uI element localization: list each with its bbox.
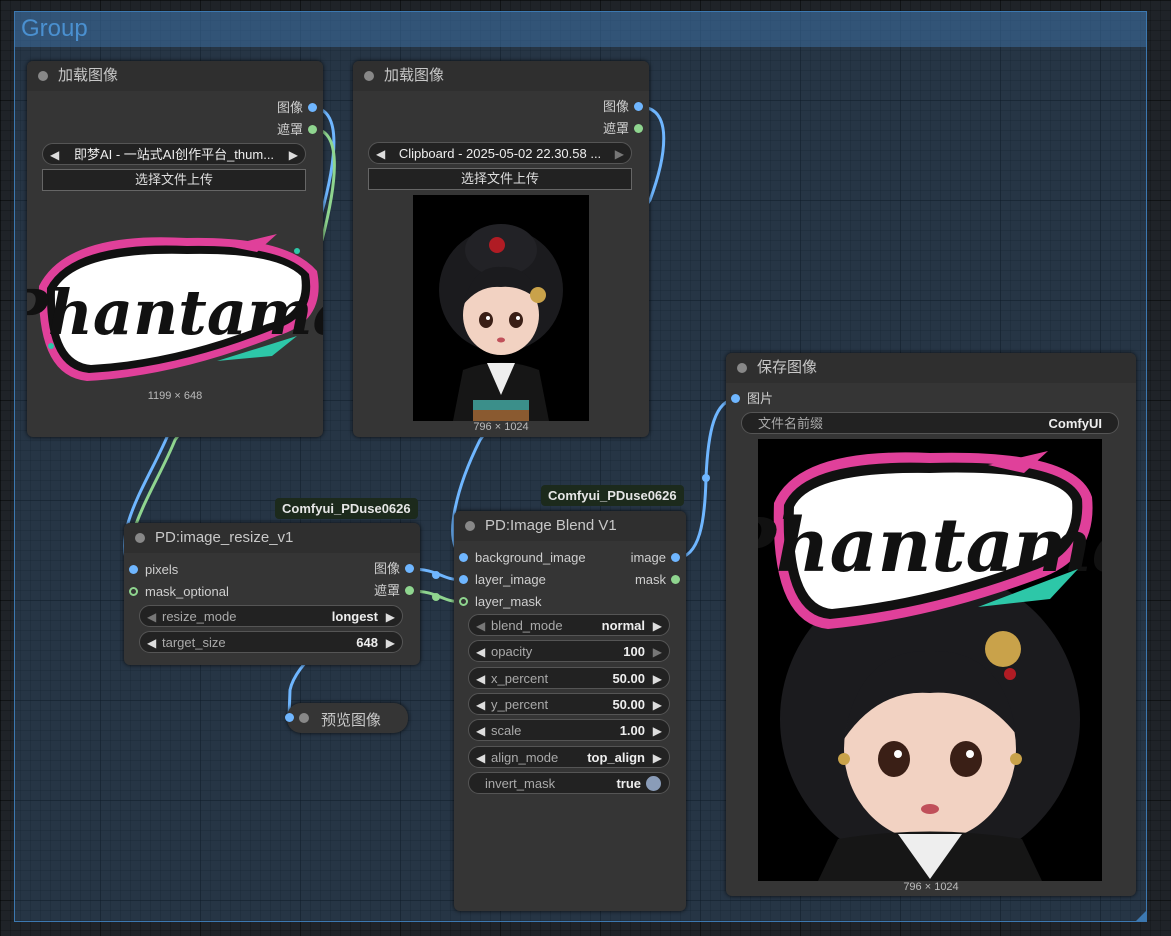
- y-percent-number[interactable]: ◀ y_percent 50.00 ▶: [468, 693, 670, 715]
- input-mask-optional[interactable]: mask_optional: [129, 583, 229, 601]
- blend-node-badge: Comfyui_PDuse0626: [541, 485, 684, 506]
- input-layer-mask[interactable]: layer_mask: [459, 593, 541, 611]
- phantama-logo-text: Phantama: [27, 276, 323, 349]
- opacity-number[interactable]: ◀ opacity 100 ▶: [468, 640, 670, 662]
- group-resize-handle[interactable]: [1136, 911, 1146, 921]
- group-header[interactable]: Group: [15, 12, 1146, 47]
- input-pixels-dot-icon[interactable]: [129, 565, 138, 574]
- preview-image-node[interactable]: 预览图像: [285, 703, 408, 733]
- input-images-dot-icon[interactable]: [731, 394, 740, 403]
- image-file-combo[interactable]: ◀ Clipboard - 2025-05-02 22.30.58 ... ▶: [368, 142, 632, 164]
- input-pixels[interactable]: pixels: [129, 561, 178, 579]
- next-arrow-icon[interactable]: ▶: [653, 615, 662, 637]
- input-background-image[interactable]: background_image: [459, 549, 586, 567]
- output-image-dot-icon[interactable]: [671, 553, 680, 562]
- image-dimensions: 796 × 1024: [903, 881, 959, 893]
- phantama-logo-text: Phantama: [758, 503, 1102, 589]
- load-image-node-1-title[interactable]: 加载图像: [27, 61, 323, 91]
- preview-image-title: 预览图像: [321, 712, 382, 729]
- prev-arrow-icon[interactable]: ◀: [376, 143, 385, 165]
- output-image-dot-icon[interactable]: [405, 564, 414, 573]
- input-layer-mask-dot-icon[interactable]: [459, 597, 468, 606]
- decrement-arrow-icon[interactable]: ◀: [476, 720, 485, 742]
- image-resize-node[interactable]: PD:image_resize_v1 pixels mask_optional …: [124, 523, 420, 665]
- output-image[interactable]: 图像: [563, 98, 643, 116]
- output-mask[interactable]: 遮罩: [237, 121, 317, 139]
- increment-arrow-icon[interactable]: ▶: [653, 694, 662, 716]
- next-arrow-icon[interactable]: ▶: [289, 144, 298, 166]
- upload-button[interactable]: 选择文件上传: [368, 168, 632, 190]
- increment-arrow-icon[interactable]: ▶: [653, 668, 662, 690]
- upload-button[interactable]: 选择文件上传: [42, 169, 306, 191]
- image-file-combo[interactable]: ◀ 即梦AI - 一站式AI创作平台_thum... ▶: [42, 143, 306, 165]
- input-images-dot-icon[interactable]: [285, 713, 294, 722]
- output-mask[interactable]: 遮罩: [334, 582, 414, 600]
- save-image-node-title[interactable]: 保存图像: [726, 353, 1136, 383]
- next-arrow-icon[interactable]: ▶: [615, 143, 624, 165]
- output-image-dot-icon[interactable]: [634, 102, 643, 111]
- output-mask-dot-icon[interactable]: [405, 586, 414, 595]
- decrement-arrow-icon[interactable]: ◀: [476, 694, 485, 716]
- decrement-arrow-icon[interactable]: ◀: [476, 641, 485, 663]
- align-mode-combo[interactable]: ◀ align_mode top_align ▶: [468, 746, 670, 768]
- saved-image-preview: Phantama: [758, 439, 1102, 881]
- output-mask[interactable]: 遮罩: [563, 120, 643, 138]
- filename-prefix-input[interactable]: 文件名前缀 ComfyUI: [741, 412, 1119, 434]
- save-image-node[interactable]: 保存图像 图片 文件名前缀 ComfyUI Phanta: [726, 353, 1136, 896]
- collapse-dot-icon[interactable]: [465, 521, 475, 531]
- load-image-node-1[interactable]: 加载图像 图像 遮罩 ◀ 即梦AI - 一站式AI创作平台_thum... ▶ …: [0, 61, 353, 437]
- scale-number[interactable]: ◀ scale 1.00 ▶: [468, 719, 670, 741]
- prev-arrow-icon[interactable]: ◀: [476, 747, 485, 769]
- input-layer-dot-icon[interactable]: [459, 575, 468, 584]
- group-title: Group: [21, 15, 88, 42]
- prev-arrow-icon[interactable]: ◀: [50, 144, 59, 166]
- collapse-dot-icon[interactable]: [364, 71, 374, 81]
- increment-arrow-icon[interactable]: ▶: [653, 641, 662, 663]
- decrement-arrow-icon[interactable]: ◀: [147, 632, 156, 654]
- next-arrow-icon[interactable]: ▶: [386, 606, 395, 628]
- output-image[interactable]: 图像: [334, 560, 414, 578]
- collapse-dot-icon[interactable]: [135, 533, 145, 543]
- blend-mode-combo[interactable]: ◀ blend_mode normal ▶: [468, 614, 670, 636]
- increment-arrow-icon[interactable]: ▶: [386, 632, 395, 654]
- image-dimensions: 1199 × 648: [147, 390, 203, 402]
- next-arrow-icon[interactable]: ▶: [653, 747, 662, 769]
- collapsed-dot-icon[interactable]: [299, 713, 309, 723]
- prev-arrow-icon[interactable]: ◀: [147, 606, 156, 628]
- image-resize-node-title[interactable]: PD:image_resize_v1: [124, 523, 420, 553]
- output-mask[interactable]: mask: [600, 571, 680, 589]
- output-mask-dot-icon[interactable]: [671, 575, 680, 584]
- loaded-image-preview: [413, 195, 589, 421]
- resize-mode-combo[interactable]: ◀ resize_mode longest ▶: [139, 605, 403, 627]
- decrement-arrow-icon[interactable]: ◀: [476, 668, 485, 690]
- load-image-node-2-title[interactable]: 加载图像: [353, 61, 649, 91]
- collapse-dot-icon[interactable]: [737, 363, 747, 373]
- input-mask-dot-icon[interactable]: [129, 587, 138, 596]
- output-mask-dot-icon[interactable]: [634, 124, 643, 133]
- output-mask-dot-icon[interactable]: [308, 125, 317, 134]
- collapse-dot-icon[interactable]: [38, 71, 48, 81]
- increment-arrow-icon[interactable]: ▶: [653, 720, 662, 742]
- output-image-dot-icon[interactable]: [308, 103, 317, 112]
- toggle-knob-icon[interactable]: [646, 776, 661, 791]
- prev-arrow-icon[interactable]: ◀: [476, 615, 485, 637]
- image-blend-node-title[interactable]: PD:Image Blend V1: [454, 511, 686, 541]
- image-blend-node[interactable]: PD:Image Blend V1 background_image layer…: [454, 511, 686, 911]
- image-dimensions: 796 × 1024: [473, 421, 529, 433]
- input-background-dot-icon[interactable]: [459, 553, 468, 562]
- output-image[interactable]: 图像: [237, 99, 317, 117]
- target-size-number[interactable]: ◀ target_size 648 ▶: [139, 631, 403, 653]
- output-image[interactable]: image: [600, 549, 680, 567]
- load-image-node-2[interactable]: 加载图像 图像 遮罩 ◀ Clipboard - 2025-05-02 22.3…: [353, 61, 649, 437]
- input-layer-image[interactable]: layer_image: [459, 571, 546, 589]
- invert-mask-toggle[interactable]: invert_mask true: [468, 772, 670, 794]
- input-images[interactable]: 图片: [731, 390, 773, 408]
- loaded-image-preview: Phantama: [0, 226, 353, 391]
- resize-node-badge: Comfyui_PDuse0626: [275, 498, 418, 519]
- x-percent-number[interactable]: ◀ x_percent 50.00 ▶: [468, 667, 670, 689]
